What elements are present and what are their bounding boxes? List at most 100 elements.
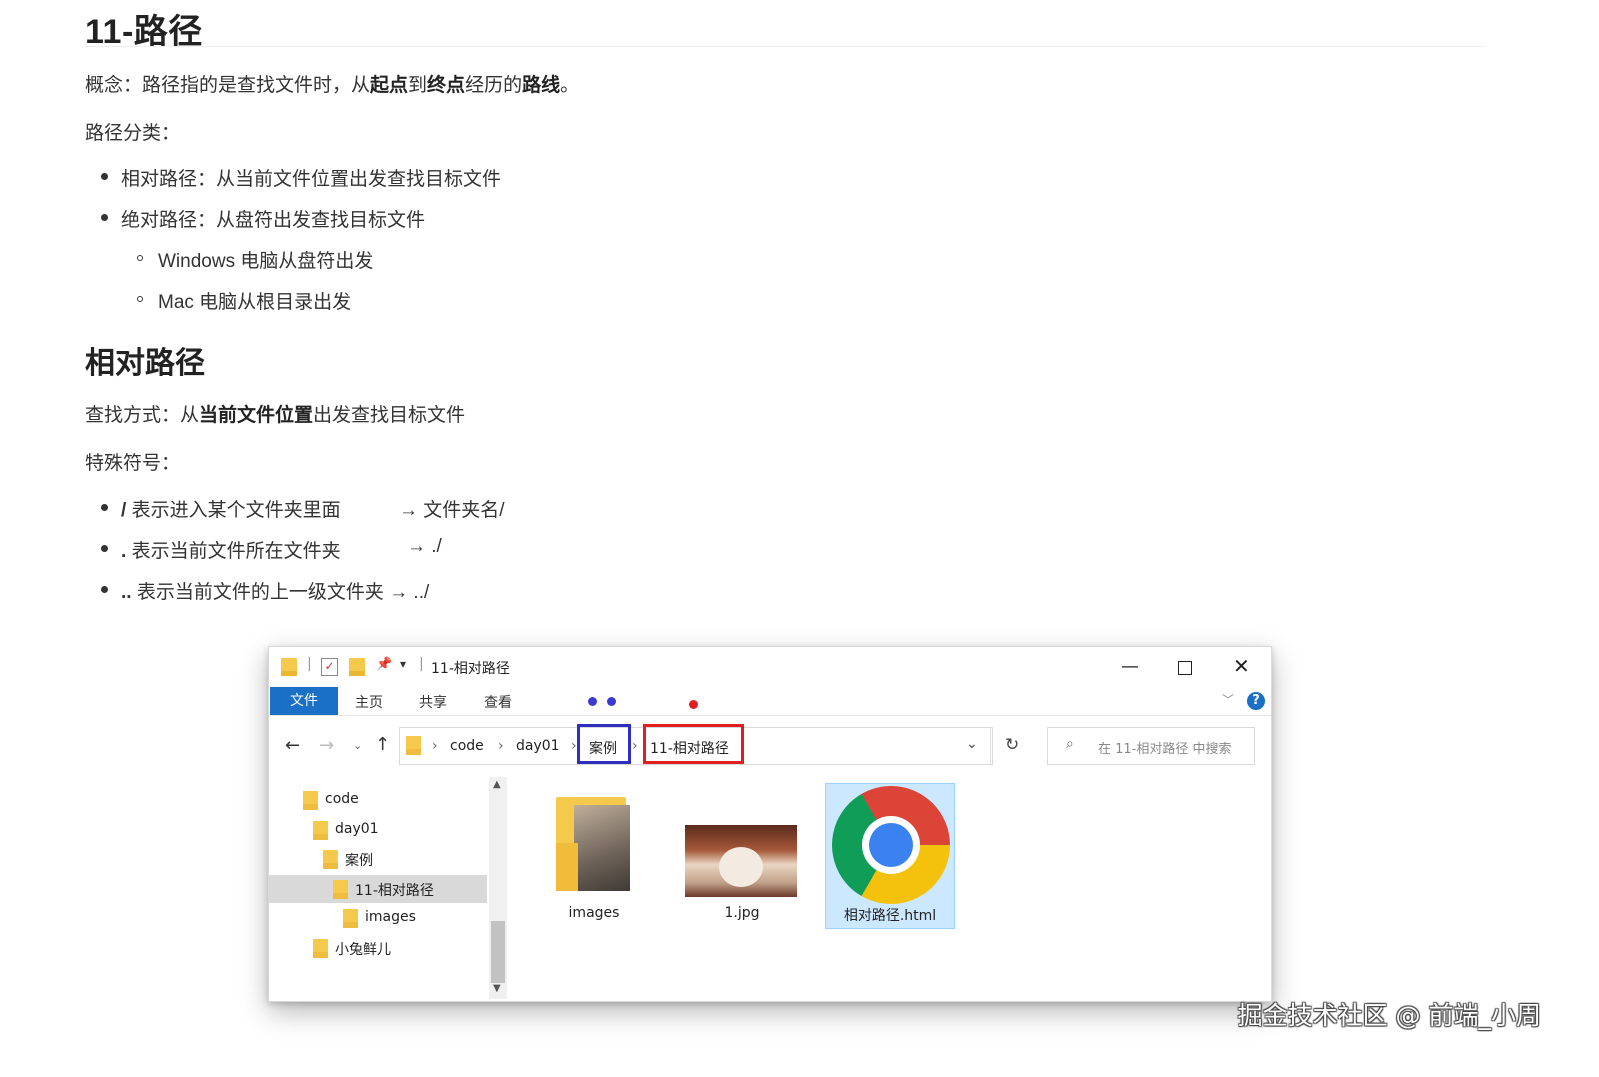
list-item: 相对路径：从当前文件位置出发查找目标文件 [121,169,502,190]
help-icon: ? [1247,692,1265,710]
tree-label: day01 [335,821,379,837]
highlight-box-red [643,724,744,764]
bullet-icon [101,173,108,180]
chevron-right-icon: › [498,738,504,754]
symbol-example: → 文件夹名/ [399,495,505,522]
path-types-label: 路径分类： [85,123,181,144]
circle-bullet-icon [137,296,143,302]
bullet-icon [101,504,108,511]
chevron-down-icon: ﹀ [1222,693,1235,707]
arrow-icon: → [407,536,426,557]
symbol-desc: 表示当前文件的上一级文件夹 [136,582,384,603]
search-icon: ⌕ [1066,736,1074,752]
blue-dot-marker [588,697,597,706]
list-item: . 表示当前文件所在文件夹 [121,536,341,563]
back-arrow-icon: ← [285,735,301,756]
folder-front [556,843,578,891]
red-dot-marker [689,700,698,709]
list-item: / 表示进入某个文件夹里面 [121,495,341,522]
find-method-paragraph: 查找方式：从当前文件位置出发查找目标文件 [85,400,465,427]
maximize-icon [1178,661,1192,675]
symbol: . [121,541,127,562]
tree-label: 小兔鲜儿 [335,942,391,958]
tab-file: 文件 [270,687,338,715]
bullet-icon [101,586,108,593]
symbol-desc: 表示进入某个文件夹里面 [131,500,341,521]
list-item: .. 表示当前文件的上一级文件夹 → ../ [121,577,429,604]
close-icon: ✕ [1233,654,1250,678]
customize-dropdown-icon: ▾ [400,657,407,671]
cat-photo [574,805,630,891]
concept-suffix: 。 [560,75,580,96]
folder-icon [313,821,328,840]
address-dropdown-icon: ⌄ [966,736,978,752]
chrome-center [869,823,913,867]
concept-paragraph: 概念：路径指的是查找文件时，从起点到终点经历的路线。 [85,70,579,97]
arrow-icon: → [389,582,409,603]
blue-dot-marker [607,697,616,706]
folder-icon [323,850,338,869]
tree-item-day01: day01 [313,821,379,840]
folder-icon [406,736,421,755]
navigation-pane: code day01 案例 11-相对路径 images 小兔鲜儿 [269,777,507,1001]
concept-mid2: 经历的 [465,75,523,96]
concept-bold-end: 终点 [427,75,466,96]
search-placeholder: 在 11-相对路径 中搜索 [1098,742,1232,757]
tree-item-xiaotuxian: 小兔鲜儿 [313,939,391,959]
list-item: 绝对路径：从盘符出发查找目标文件 [121,210,426,231]
example-text: 文件夹名/ [423,500,505,521]
html-file-selected: 相对路径.html [825,783,955,929]
refresh-icon: ↻ [1005,735,1020,755]
symbol: / [121,500,127,521]
item-label-html: 相对路径.html [843,908,937,924]
ribbon-tabs: 文件 主页 共享 查看 ﹀ ? [269,687,1271,716]
recent-dropdown-icon: ⌄ [353,739,363,752]
folder-icon [303,791,318,810]
explorer-window-image: | ✓ 📌 ▾ | 11-相对路径 — ✕ 文件 主页 共享 查看 ﹀ ? ← … [268,646,1272,1002]
concept-bold-route: 路线 [522,75,561,96]
cat-face [719,847,763,887]
example-text: ../ [413,582,430,603]
new-folder-icon [349,658,365,676]
list-item: Windows 电脑从盘符出发 [158,251,374,272]
properties-check-icon: ✓ [321,658,338,676]
example-text: ./ [431,536,442,557]
breadcrumb-day01: day01 [516,738,560,754]
tree-item-current: 11-相对路径 [333,880,434,900]
find-bold: 当前文件位置 [199,405,314,426]
tree-item-code: code [303,791,359,810]
symbols-label: 特殊符号： [85,453,181,474]
concept-mid1: 到 [408,75,428,96]
scroll-down-icon: ▼ [493,983,501,994]
explorer-titlebar: | ✓ 📌 ▾ | 11-相对路径 — ✕ [269,647,1271,687]
divider [990,728,991,764]
find-prefix: 查找方式：从 [85,405,200,426]
search-box: ⌕ 在 11-相对路径 中搜索 [1047,727,1255,765]
folder-icon [343,909,358,928]
folder-icon [333,880,348,899]
chevron-right-icon: › [632,738,638,754]
bullet-icon [101,545,108,552]
tree-label: code [325,791,359,807]
tree-label: 11-相对路径 [355,883,434,899]
chrome-icon [832,786,950,904]
symbol-example: → ./ [407,536,442,558]
tab-share: 共享 [419,695,447,711]
forward-arrow-icon: → [319,735,335,756]
minimize-icon: — [1121,656,1139,677]
chevron-right-icon: › [571,738,577,754]
symbol-desc: 表示当前文件所在文件夹 [131,541,341,562]
scroll-thumb [491,921,505,983]
up-arrow-icon: ↑ [375,734,391,755]
circle-bullet-icon [137,255,143,261]
scroll-up-icon: ▲ [493,779,501,790]
concept-prefix: 概念：路径指的是查找文件时，从 [85,75,371,96]
images-folder-thumbnail [556,797,634,895]
bullet-icon [101,214,108,221]
section-heading: 相对路径 [85,347,205,380]
tree-item-case: 案例 [323,850,373,870]
item-label-images: images [568,905,620,921]
breadcrumb-code: code [450,738,484,754]
concept-bold-start: 起点 [370,75,409,96]
chevron-right-icon: › [432,738,438,754]
